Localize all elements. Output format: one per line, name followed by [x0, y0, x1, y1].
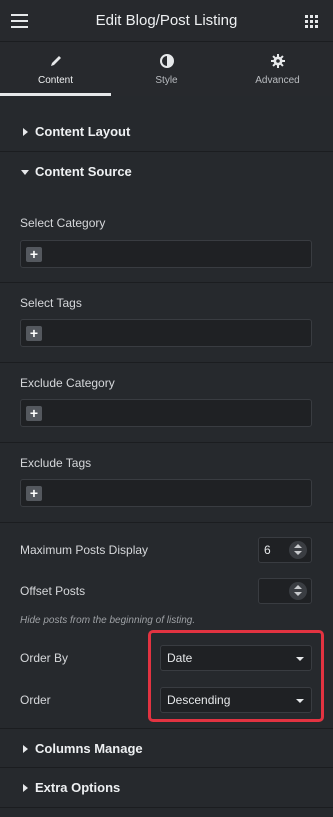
- section-extra-options[interactable]: Extra Options: [0, 768, 333, 808]
- pencil-icon: [50, 56, 61, 66]
- editor-header: Edit Blog/Post Listing: [0, 0, 333, 42]
- section-content-layout[interactable]: Content Layout: [0, 112, 333, 152]
- max-posts-value: 6: [264, 543, 271, 557]
- chevron-right-icon: [23, 784, 28, 792]
- max-posts-stepper[interactable]: [289, 541, 307, 559]
- exclude-category-field[interactable]: +: [20, 399, 312, 427]
- widgets-grid-icon[interactable]: [305, 15, 318, 28]
- max-posts-input[interactable]: 6: [258, 537, 312, 563]
- offset-posts-stepper[interactable]: [289, 582, 307, 600]
- chevron-down-icon: [21, 170, 29, 175]
- tab-style-label: Style: [155, 75, 178, 86]
- section-content-source[interactable]: Content Source: [0, 152, 333, 192]
- add-exclude-category-button[interactable]: +: [26, 406, 42, 421]
- section-content-source-title: Content Source: [35, 164, 132, 179]
- divider: [0, 522, 333, 523]
- order-label: Order: [20, 693, 51, 707]
- exclude-category-label: Exclude Category: [20, 376, 115, 390]
- panel-title: Edit Blog/Post Listing: [95, 12, 238, 29]
- annotation-highlight-box: [148, 630, 324, 722]
- offset-posts-hint: Hide posts from the beginning of listing…: [20, 615, 196, 626]
- tab-content-label: Content: [37, 75, 74, 86]
- section-columns-manage[interactable]: Columns Manage: [0, 728, 333, 768]
- select-tags-label: Select Tags: [20, 296, 82, 310]
- add-category-button[interactable]: +: [26, 247, 42, 262]
- chevron-right-icon: [23, 128, 28, 136]
- tab-advanced[interactable]: Advanced: [222, 42, 333, 96]
- editor-tabs: Content Style Advanced: [0, 42, 333, 96]
- order-by-label: Order By: [20, 651, 69, 665]
- divider: [0, 362, 333, 363]
- divider: [0, 282, 333, 283]
- gear-icon: [270, 54, 285, 68]
- chevron-right-icon: [23, 745, 28, 753]
- section-extra-options-title: Extra Options: [35, 780, 121, 795]
- contrast-icon: [159, 54, 174, 68]
- select-tags-field[interactable]: +: [20, 319, 312, 347]
- add-exclude-tag-button[interactable]: +: [26, 486, 42, 501]
- max-posts-label: Maximum Posts Display: [20, 543, 149, 557]
- select-category-field[interactable]: +: [20, 240, 312, 268]
- tab-advanced-label: Advanced: [255, 75, 300, 86]
- tab-style[interactable]: Style: [111, 42, 222, 96]
- section-columns-manage-title: Columns Manage: [35, 741, 143, 756]
- offset-posts-input[interactable]: [258, 578, 312, 604]
- exclude-tags-field[interactable]: +: [20, 479, 312, 507]
- select-category-label: Select Category: [20, 216, 106, 230]
- tab-content[interactable]: Content: [0, 42, 111, 96]
- add-tag-button[interactable]: +: [26, 326, 42, 341]
- section-content-layout-title: Content Layout: [35, 124, 131, 139]
- divider: [0, 442, 333, 443]
- offset-posts-label: Offset Posts: [20, 584, 86, 598]
- exclude-tags-label: Exclude Tags: [20, 456, 92, 470]
